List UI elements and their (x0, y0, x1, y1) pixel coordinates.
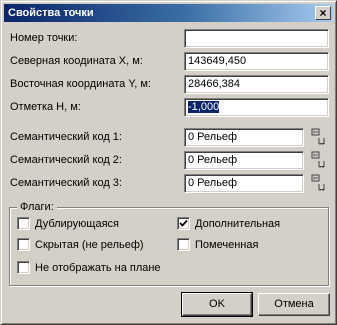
north-x-input[interactable]: 143649,450 (184, 52, 329, 71)
flag-marked-checkbox[interactable] (177, 238, 190, 251)
semantic-code-3-picker-icon[interactable] (310, 174, 328, 192)
ok-button[interactable]: OK (181, 292, 253, 317)
flag-additional-label: Дополнительная (195, 218, 281, 230)
semantic-code-2-input[interactable]: 0 Рельеф (184, 151, 304, 170)
flags-title: Флаги: (17, 200, 57, 214)
flag-hidden-checkbox[interactable] (17, 238, 30, 251)
flag-not-on-plan-label: Не отображать на плане (35, 262, 161, 274)
semantic-code-2-label: Семантический код 2: (10, 154, 122, 166)
semantic-code-3-input[interactable]: 0 Рельеф (184, 174, 304, 193)
title-bar[interactable]: Свойства точки × (4, 4, 333, 22)
north-x-label: Северная коодината X, м: (10, 55, 143, 67)
window-title: Свойства точки (8, 7, 94, 19)
east-y-input[interactable]: 28466,384 (184, 75, 329, 94)
close-button[interactable]: × (315, 6, 331, 20)
point-number-input[interactable] (184, 29, 329, 48)
flag-additional-checkbox[interactable] (177, 217, 190, 230)
semantic-code-2-picker-icon[interactable] (310, 151, 328, 169)
semantic-code-1-input[interactable]: 0 Рельеф (184, 128, 304, 147)
semantic-code-1-picker-icon[interactable] (310, 128, 328, 146)
checkmark-icon (179, 219, 188, 227)
elevation-h-selected-text: -1,000 (188, 101, 220, 113)
elevation-h-input[interactable]: -1,000 (184, 98, 329, 117)
flag-not-on-plan-checkbox[interactable] (17, 261, 30, 274)
semantic-code-3-label: Семантический код 3: (10, 177, 122, 189)
semantic-code-1-label: Семантический код 1: (10, 131, 122, 143)
flag-marked-label: Помеченная (195, 239, 259, 251)
flag-duplicate-label: Дублирующаяся (35, 218, 120, 230)
elevation-h-label: Отметка H, м: (10, 101, 81, 113)
flag-hidden-label: Скрытая (не рельеф) (35, 239, 144, 251)
east-y-label: Восточная координата Y, м: (10, 78, 151, 90)
point-number-label: Номер точки: (10, 32, 78, 44)
cancel-button[interactable]: Отмена (258, 293, 330, 316)
flag-duplicate-checkbox[interactable] (17, 217, 30, 230)
